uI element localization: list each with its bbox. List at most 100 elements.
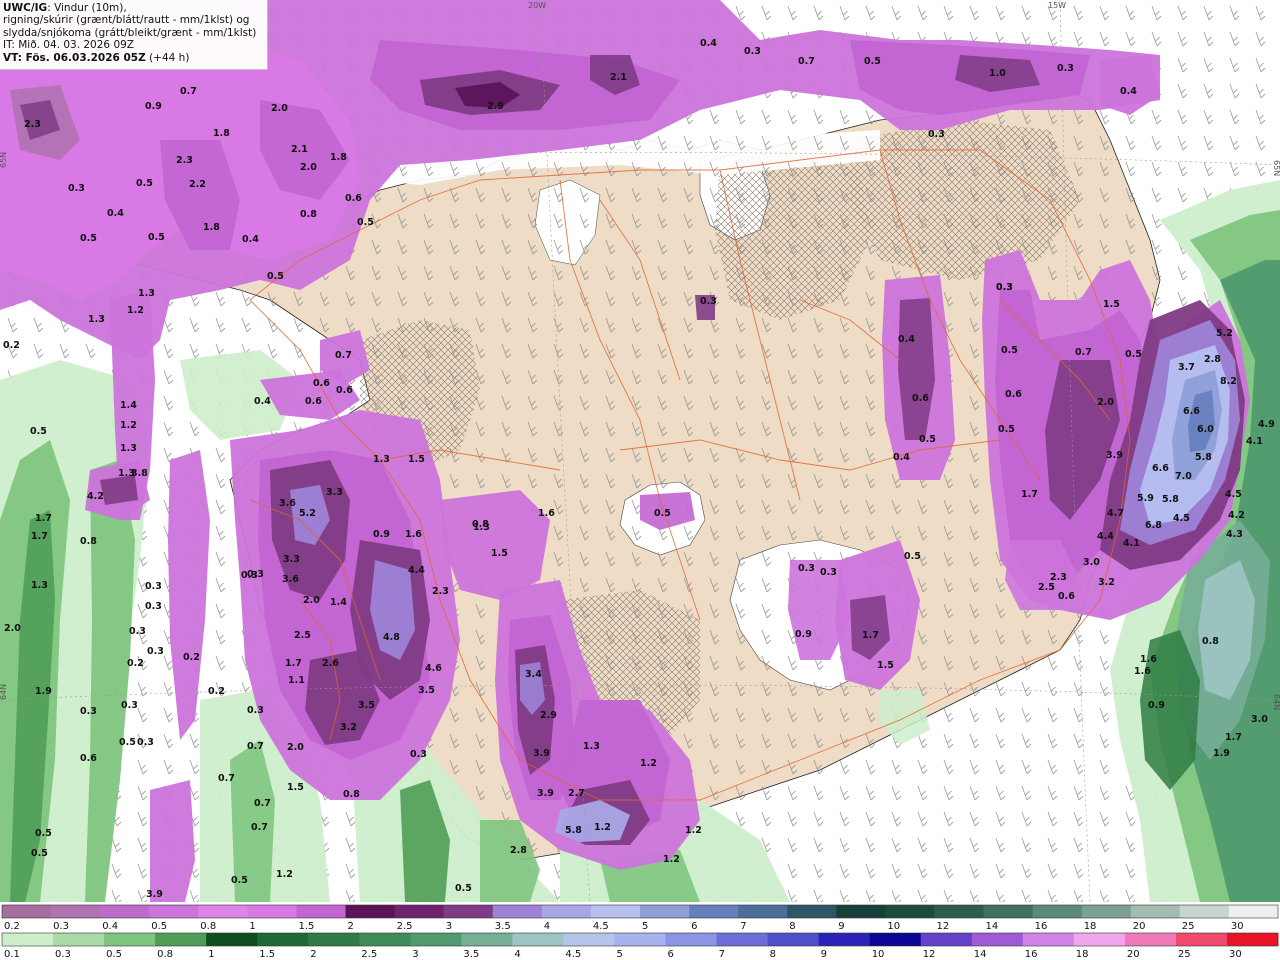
rain-legend-label: 8: [770, 949, 776, 960]
snow-legend-swatch: [100, 905, 150, 918]
rain-legend-label: 6: [668, 949, 674, 960]
rain-legend-swatch: [869, 933, 922, 946]
east-precip-value: 5.2: [1216, 328, 1233, 339]
east-precip-value: 4.1: [1246, 436, 1263, 447]
rain-legend-swatch: [614, 933, 666, 946]
west-precip-value: 1.2: [276, 869, 293, 880]
top-precip-value: 0.8: [300, 209, 317, 220]
west-precip-value: 1.6: [405, 529, 422, 540]
snow-legend-label: 10: [887, 921, 900, 932]
east-precip-value: 1.6: [1140, 654, 1157, 665]
snow-legend-swatch: [983, 905, 1034, 918]
rain-legend-label: 16: [1025, 949, 1038, 960]
west-precip-value: 0.8: [80, 536, 97, 547]
valid-time: VT: Fös. 06.03.2026 05Z (+44 h): [3, 52, 264, 64]
east-precip-value: 1.6: [1134, 666, 1151, 677]
east-precip-value: 2.0: [1097, 397, 1114, 408]
snow-legend-swatch: [1228, 905, 1279, 918]
east-precip-value: 0.9: [1148, 700, 1165, 711]
top-precip-value: 0.9: [145, 101, 162, 112]
snow-legend-swatch: [1081, 905, 1132, 918]
rain-legend-swatch: [818, 933, 871, 946]
rain-legend-label: 14: [974, 949, 987, 960]
east-precip-value: 4.9: [1258, 419, 1275, 430]
west-precip-value: 1.3: [120, 443, 137, 454]
west-precip-value: 0.7: [218, 773, 235, 784]
top-precip-value: 1.8: [213, 128, 230, 139]
forecast-map-view: 20W 15W 65N 64N 65N 64N 2.3 0.9 0.7 2.9 2.1 0…: [0, 0, 1280, 960]
rain-legend-label: 2.5: [361, 949, 377, 960]
west-precip-value: 5.2: [299, 508, 316, 519]
rain-legend-label: 7: [719, 949, 725, 960]
header-line-3: slydda/snjókoma (grátt/bleikt/grænt - mm…: [3, 26, 257, 39]
east-precip-value: 4.5: [1225, 489, 1242, 500]
west-precip-value: 3.3: [326, 487, 343, 498]
rain-legend-swatch: [308, 933, 360, 946]
snow-legend-swatch: [345, 905, 396, 918]
rain-legend-label: 0.1: [4, 949, 20, 960]
header-variable: : Vindur (10m),: [47, 2, 127, 14]
rain-legend-swatch: [716, 933, 768, 946]
top-precip-value: 0.5: [864, 56, 881, 67]
south-precip-value: 1.2: [594, 822, 611, 833]
interior-precip-value: 1.7: [862, 630, 879, 641]
snow-legend-swatch: [689, 905, 739, 918]
snow-legend-label: 0.3: [53, 921, 69, 932]
west-precip-value: 2.0: [303, 595, 320, 606]
snow-legend-swatch: [541, 905, 592, 918]
east-precip-value: 3.9: [1106, 450, 1123, 461]
west-precip-value: 0.6: [313, 378, 330, 389]
west-precip-value: 0.3: [80, 706, 97, 717]
top-precip-value: 0.4: [700, 38, 717, 49]
south-precip-value: 1.2: [640, 758, 657, 769]
rain-legend-swatch: [1226, 933, 1279, 946]
east-precip-value: 3.7: [1178, 362, 1195, 373]
west-precip-value: 0.7: [335, 350, 352, 361]
rain-legend-swatch: [1124, 933, 1177, 946]
south-precip-value: 1.2: [663, 854, 680, 865]
top-precip-value: 2.9: [487, 101, 504, 112]
west-precip-value: 0.5: [35, 828, 52, 839]
snow-legend-label: 3: [446, 921, 452, 932]
rain-legend-swatch: [461, 933, 513, 946]
west-precip-value: 3.3: [283, 554, 300, 565]
snow-legend-label: 2: [348, 921, 354, 932]
snow-legend-label: 20: [1133, 921, 1146, 932]
snow-legend-label: 8: [789, 921, 795, 932]
rain-legend-label: 0.8: [157, 949, 173, 960]
rain-legend-label: 18: [1076, 949, 1089, 960]
west-precip-value: 0.5: [30, 426, 47, 437]
west-precip-value: 0.3: [137, 737, 154, 748]
east-precip-value: 1.7: [1021, 489, 1038, 500]
west-precip-value: 0.6: [305, 396, 322, 407]
west-precip-value: 0.3: [145, 581, 162, 592]
rain-legend-label: 1: [208, 949, 214, 960]
south-precip-value: 3.4: [525, 669, 542, 680]
rain-legend-label: 2: [310, 949, 316, 960]
lat-label-left-1: 65N: [0, 152, 8, 168]
snow-legend-swatch: [149, 905, 199, 918]
header-line-1: UWC/IG: Vindur (10m),: [3, 2, 264, 14]
west-precip-value: 2.5: [294, 630, 311, 641]
lon-label-top-2: 15W: [1048, 1, 1066, 10]
west-precip-value: 0.5: [119, 737, 136, 748]
rain-legend-label: 12: [923, 949, 936, 960]
east-precip-value: 1.9: [1213, 748, 1230, 759]
lat-label-right-2: 64N: [1272, 694, 1280, 710]
init-time: IT: Mið. 04. 03. 2026 09Z: [3, 39, 134, 52]
forecast-info-box: UWC/IG: Vindur (10m), rigning/skúrir (gr…: [0, 0, 268, 70]
east-precip-value: 5.8: [1162, 494, 1179, 505]
rain-legend-label: 20: [1127, 949, 1140, 960]
west-precip-value: 3.2: [340, 722, 357, 733]
top-precip-value: 2.0: [300, 162, 317, 173]
top-precip-value: 1.8: [330, 152, 347, 163]
rain-legend-swatch: [206, 933, 258, 946]
rain-legend-label: 10: [872, 949, 885, 960]
east-precip-value: 1.7: [1225, 732, 1242, 743]
west-precip-value: 1.1: [288, 675, 305, 686]
snow-legend-label: 2.5: [397, 921, 413, 932]
snow-legend-label: 30: [1231, 921, 1244, 932]
east-precip-value: 4.1: [1123, 538, 1140, 549]
snow-legend-label: 12: [937, 921, 950, 932]
west-precip-value: 0.3: [147, 646, 164, 657]
